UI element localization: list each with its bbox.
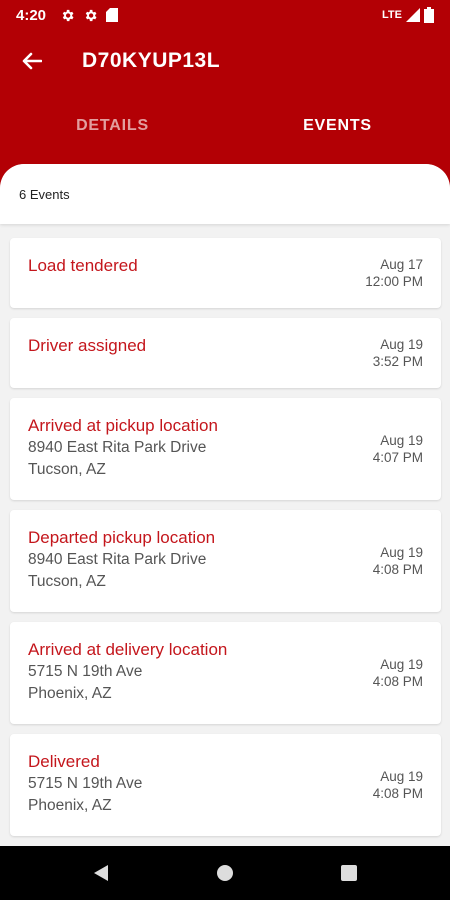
- status-time: 4:20: [16, 6, 47, 24]
- event-timestamp: Aug 19 4:08 PM: [373, 544, 423, 578]
- signal-icon: [406, 8, 420, 22]
- event-card[interactable]: Arrived at pickup location 8940 East Rit…: [10, 398, 441, 500]
- settings-icon: [62, 9, 74, 21]
- event-title: Arrived at pickup location: [28, 416, 218, 435]
- app-bar: D70KYUP13L: [0, 30, 450, 92]
- status-notification-icons: [60, 8, 119, 23]
- event-timestamp: Aug 17 12:00 PM: [365, 256, 423, 290]
- back-button[interactable]: [0, 30, 64, 92]
- event-address-line1: 5715 N 19th Ave: [28, 663, 143, 680]
- event-title: Driver assigned: [28, 336, 147, 355]
- page-title: D70KYUP13L: [82, 49, 221, 72]
- event-time: 3:52 PM: [372, 354, 423, 369]
- event-title: Delivered: [28, 752, 100, 771]
- nav-recents-button[interactable]: [287, 846, 411, 900]
- event-date: Aug 19: [380, 769, 423, 784]
- recents-square-icon: [341, 865, 357, 881]
- network-type: LTE: [382, 9, 402, 21]
- event-date: Aug 19: [380, 545, 423, 560]
- event-title: Departed pickup location: [28, 528, 216, 547]
- event-timestamp: Aug 19 4:07 PM: [373, 432, 423, 466]
- event-address-line2: Phoenix, AZ: [28, 797, 112, 814]
- nav-back-button[interactable]: [39, 846, 163, 900]
- event-card[interactable]: Departed pickup location 8940 East Rita …: [10, 510, 441, 612]
- event-time: 4:08 PM: [372, 674, 423, 689]
- event-address-line2: Tucson, AZ: [28, 573, 106, 590]
- event-time: 4:08 PM: [372, 562, 423, 577]
- system-nav-bar: [0, 846, 450, 900]
- settings-icon: [85, 9, 97, 21]
- event-card[interactable]: Delivered 5715 N 19th Ave Phoenix, AZ Au…: [10, 734, 441, 836]
- event-timestamp: Aug 19 4:08 PM: [373, 768, 423, 802]
- nav-home-button[interactable]: [163, 846, 287, 900]
- event-card[interactable]: Driver assigned Aug 19 3:52 PM: [10, 318, 441, 388]
- event-date: Aug 19: [380, 337, 423, 352]
- event-card[interactable]: Load tendered Aug 17 12:00 PM: [10, 238, 441, 308]
- status-bar: 4:20 LTE: [0, 0, 450, 30]
- home-circle-icon: [217, 865, 233, 881]
- event-address-line1: 8940 East Rita Park Drive: [28, 439, 207, 456]
- battery-icon: [424, 7, 434, 23]
- events-header: 6 Events: [0, 164, 450, 224]
- event-title: Load tendered: [28, 256, 138, 275]
- event-timestamp: Aug 19 4:08 PM: [373, 656, 423, 690]
- event-date: Aug 19: [380, 433, 423, 448]
- event-time: 4:08 PM: [372, 786, 423, 801]
- event-time: 4:07 PM: [372, 450, 423, 465]
- event-address-line2: Phoenix, AZ: [28, 685, 112, 702]
- events-sheet: 6 Events Load tendered Aug 17 12:00 PM D…: [0, 164, 450, 846]
- arrow-left-icon: [22, 52, 42, 70]
- tab-bar: DETAILS EVENTS: [0, 92, 450, 160]
- back-triangle-icon: [94, 865, 108, 881]
- tab-events[interactable]: EVENTS: [225, 92, 450, 160]
- event-timestamp: Aug 19 3:52 PM: [373, 336, 423, 370]
- events-count: 6 Events: [19, 186, 70, 202]
- event-address-line1: 8940 East Rita Park Drive: [28, 551, 207, 568]
- event-address-line2: Tucson, AZ: [28, 461, 106, 478]
- event-time: 12:00 PM: [365, 274, 423, 289]
- tab-details[interactable]: DETAILS: [0, 92, 225, 160]
- sim-card-icon: [106, 8, 119, 22]
- event-list: Load tendered Aug 17 12:00 PM Driver ass…: [10, 238, 441, 846]
- event-address-line1: 5715 N 19th Ave: [28, 775, 143, 792]
- status-system-icons: LTE: [382, 7, 434, 23]
- event-title: Arrived at delivery location: [28, 640, 228, 659]
- event-date: Aug 19: [380, 657, 423, 672]
- event-date: Aug 17: [380, 257, 423, 272]
- event-card[interactable]: Arrived at delivery location 5715 N 19th…: [10, 622, 441, 724]
